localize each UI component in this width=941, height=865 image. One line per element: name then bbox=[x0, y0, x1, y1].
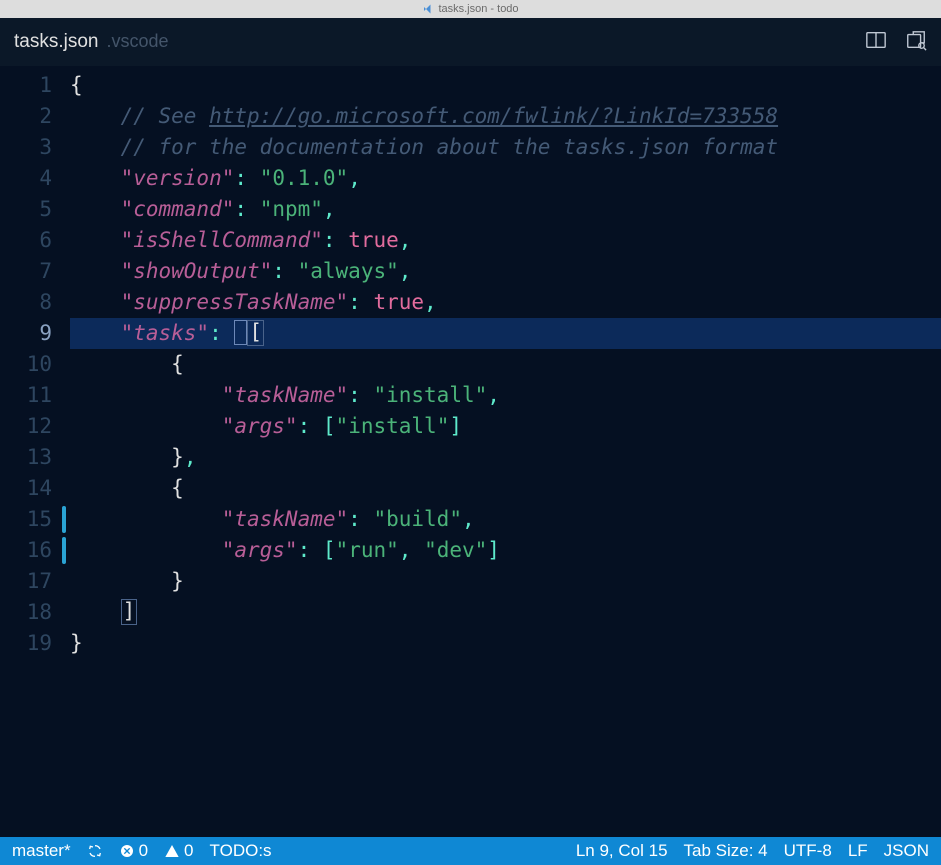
line-number: 4 bbox=[0, 163, 70, 194]
code-line: "suppressTaskName": true, bbox=[70, 287, 941, 318]
cursor bbox=[234, 320, 247, 345]
line-number: 13 bbox=[0, 442, 70, 473]
status-sync-icon[interactable] bbox=[79, 843, 111, 859]
bracket-match-close: ] bbox=[121, 599, 138, 625]
line-number-gutter: 12345678910111213141516171819 bbox=[0, 66, 70, 837]
code-line: "taskName": "install", bbox=[70, 380, 941, 411]
line-number: 18 bbox=[0, 597, 70, 628]
line-number: 17 bbox=[0, 566, 70, 597]
status-git-branch[interactable]: master* bbox=[4, 841, 79, 861]
status-todos[interactable]: TODO:s bbox=[202, 841, 280, 861]
editor[interactable]: 12345678910111213141516171819 { // See h… bbox=[0, 66, 941, 837]
code-line-active: "tasks": [ bbox=[70, 318, 941, 349]
code-line: ] bbox=[70, 597, 941, 628]
bracket-match-open: [ bbox=[247, 320, 264, 346]
line-number: 15 bbox=[0, 504, 70, 535]
line-number: 2 bbox=[0, 101, 70, 132]
line-number: 5 bbox=[0, 194, 70, 225]
code-line: "isShellCommand": true, bbox=[70, 225, 941, 256]
tab-directory: .vscode bbox=[106, 31, 168, 52]
status-cursor-pos[interactable]: Ln 9, Col 15 bbox=[568, 841, 676, 861]
status-encoding[interactable]: UTF-8 bbox=[776, 841, 840, 861]
status-language[interactable]: JSON bbox=[876, 841, 937, 861]
vscode-icon bbox=[422, 3, 434, 15]
warning-icon bbox=[164, 843, 180, 859]
code-line: { bbox=[70, 70, 941, 101]
split-editor-icon[interactable] bbox=[865, 29, 887, 55]
line-number: 8 bbox=[0, 287, 70, 318]
window-titlebar: tasks.json - todo bbox=[0, 0, 941, 18]
doc-link[interactable]: http://go.microsoft.com/fwlink/?LinkId=7… bbox=[209, 104, 778, 128]
line-number: 12 bbox=[0, 411, 70, 442]
tab-bar: tasks.json .vscode bbox=[0, 18, 941, 66]
code-line: } bbox=[70, 628, 941, 659]
code-line: "command": "npm", bbox=[70, 194, 941, 225]
line-number: 19 bbox=[0, 628, 70, 659]
code-area[interactable]: { // See http://go.microsoft.com/fwlink/… bbox=[70, 66, 941, 837]
code-line: { bbox=[70, 349, 941, 380]
code-line: // See http://go.microsoft.com/fwlink/?L… bbox=[70, 101, 941, 132]
status-eol[interactable]: LF bbox=[840, 841, 876, 861]
line-number: 3 bbox=[0, 132, 70, 163]
line-number: 9 bbox=[0, 318, 70, 349]
tab-filename: tasks.json bbox=[14, 31, 98, 53]
code-line: } bbox=[70, 566, 941, 597]
tab-active[interactable]: tasks.json .vscode bbox=[14, 31, 169, 53]
code-line: "version": "0.1.0", bbox=[70, 163, 941, 194]
code-line: // for the documentation about the tasks… bbox=[70, 132, 941, 163]
status-warnings[interactable]: 0 bbox=[156, 841, 201, 861]
code-line: "args": ["run", "dev"] bbox=[70, 535, 941, 566]
code-line: "showOutput": "always", bbox=[70, 256, 941, 287]
line-number: 6 bbox=[0, 225, 70, 256]
line-number: 11 bbox=[0, 380, 70, 411]
code-line: }, bbox=[70, 442, 941, 473]
code-line: "taskName": "build", bbox=[70, 504, 941, 535]
error-icon bbox=[119, 843, 135, 859]
line-number: 7 bbox=[0, 256, 70, 287]
line-number: 10 bbox=[0, 349, 70, 380]
status-errors[interactable]: 0 bbox=[111, 841, 156, 861]
line-number: 1 bbox=[0, 70, 70, 101]
line-number: 14 bbox=[0, 473, 70, 504]
code-line: { bbox=[70, 473, 941, 504]
status-tabsize[interactable]: Tab Size: 4 bbox=[676, 841, 776, 861]
line-number: 16 bbox=[0, 535, 70, 566]
window-title: tasks.json - todo bbox=[438, 3, 518, 15]
show-opened-icon[interactable] bbox=[905, 29, 927, 55]
code-line: "args": ["install"] bbox=[70, 411, 941, 442]
status-bar: master* 0 0 TODO:s Ln 9, Col 15 Tab Size… bbox=[0, 837, 941, 865]
